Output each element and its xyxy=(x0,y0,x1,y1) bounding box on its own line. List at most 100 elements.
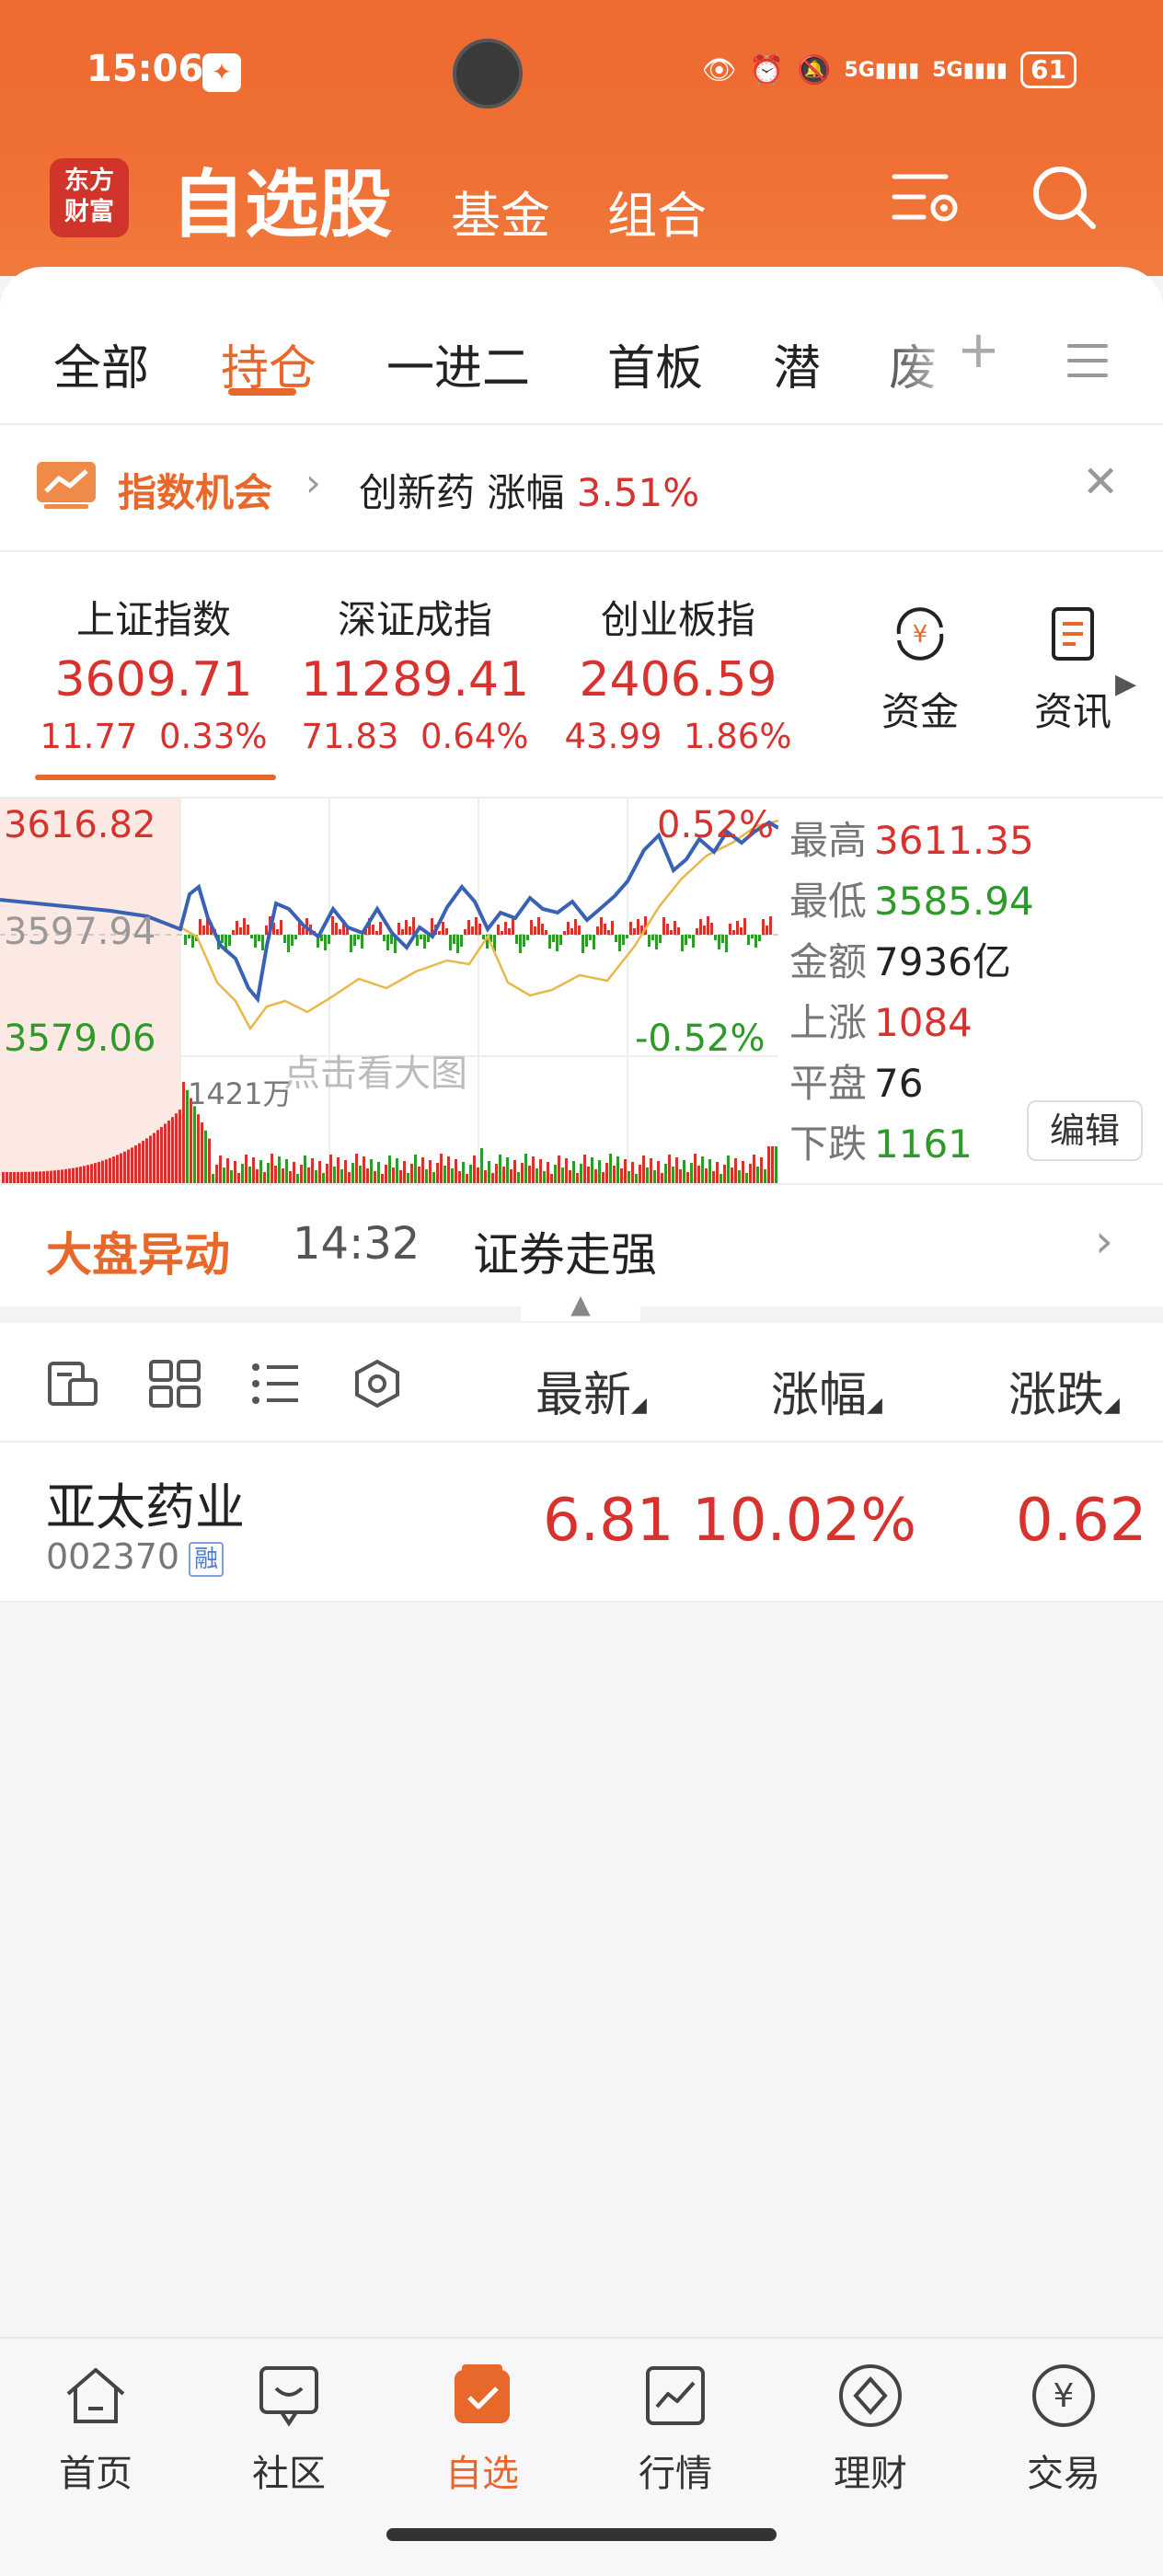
volume-bar xyxy=(631,1162,634,1183)
volume-bar xyxy=(377,1162,380,1183)
breadth-bar xyxy=(615,935,617,942)
page-title[interactable]: 自选股 xyxy=(171,145,392,252)
grid-view-icon[interactable] xyxy=(147,1358,202,1409)
volume-bar xyxy=(635,1174,638,1183)
column-latest[interactable]: 最新◢ xyxy=(535,1356,647,1425)
close-icon[interactable]: ✕ xyxy=(1082,456,1119,508)
nav-label: 首页 xyxy=(59,2453,132,2495)
breadth-bar xyxy=(449,935,452,950)
svg-text:¥: ¥ xyxy=(913,621,928,649)
volume-bar xyxy=(315,1170,317,1183)
volume-bar xyxy=(609,1154,612,1183)
volume-bar xyxy=(425,1169,428,1183)
volume-bar xyxy=(521,1163,524,1183)
tab-qian[interactable]: 潜 xyxy=(773,329,821,398)
search-icon[interactable] xyxy=(1029,164,1100,230)
volume-bar xyxy=(458,1171,461,1183)
volume-bar xyxy=(598,1160,601,1183)
chart-enlarge-hint: 点击看大图 xyxy=(283,1052,467,1095)
margin-badge: 融 xyxy=(189,1541,225,1577)
breadth-bar xyxy=(291,935,294,946)
volume-bar xyxy=(550,1174,553,1183)
intraday-chart[interactable]: 3616.82 3597.94 3579.06 0.52% -0.52% 142… xyxy=(0,799,778,1183)
volume-bar xyxy=(370,1159,373,1183)
stat-up: 上涨 1084 xyxy=(789,992,973,1048)
volume-bar xyxy=(226,1158,229,1183)
tab-yijiner[interactable]: 一进二 xyxy=(386,329,530,398)
volume-bar xyxy=(208,1138,211,1183)
add-group-icon[interactable]: + xyxy=(957,320,1000,380)
column-change-label: 涨跌 xyxy=(1008,1368,1105,1423)
volume-bar xyxy=(337,1157,340,1183)
settings-list-icon[interactable] xyxy=(891,164,962,230)
volume-bar xyxy=(661,1173,663,1183)
table-row[interactable]: 亚太药业 002370 融 6.81 10.02% 0.62 xyxy=(0,1443,1163,1601)
breadth-bar xyxy=(530,920,533,935)
volume-bar xyxy=(182,1082,185,1183)
signal-5g-icon: 5G▮▮▮▮ xyxy=(844,58,920,82)
volume-bar xyxy=(731,1167,733,1183)
breadth-bar xyxy=(710,923,713,935)
volume-bar xyxy=(653,1170,656,1183)
nav-trade[interactable]: ¥ 交易 xyxy=(981,2361,1146,2497)
breadth-bar xyxy=(478,924,481,935)
volume-bar xyxy=(201,1122,203,1183)
volume-bar xyxy=(466,1174,468,1183)
breadth-bar xyxy=(651,935,654,940)
news-button[interactable]: 资讯 xyxy=(1018,604,1128,737)
card-view-icon[interactable] xyxy=(46,1358,101,1409)
column-pct[interactable]: 涨幅◢ xyxy=(771,1356,882,1425)
volume-bar xyxy=(594,1169,597,1183)
app-logo[interactable]: 东方 财富 xyxy=(50,158,129,237)
volume-bar xyxy=(547,1162,549,1183)
breadth-bar xyxy=(600,917,603,935)
volume-bar xyxy=(167,1120,170,1183)
more-right-icon[interactable]: ▶ xyxy=(1115,668,1136,700)
breadth-bar xyxy=(552,935,555,942)
tab-shouban[interactable]: 首板 xyxy=(607,329,703,398)
filter-settings-icon[interactable] xyxy=(350,1358,405,1409)
battery-icon: 61 xyxy=(1020,52,1077,88)
breadth-bar xyxy=(618,935,621,951)
list-view-icon[interactable] xyxy=(248,1358,304,1409)
tab-all[interactable]: 全部 xyxy=(53,329,149,398)
volume-bar xyxy=(164,1123,167,1183)
nav-market[interactable]: 行情 xyxy=(593,2361,758,2497)
index-value: 3609.71 xyxy=(54,652,253,707)
breadth-bar xyxy=(261,935,264,950)
breadth-bar xyxy=(677,927,680,935)
nav-home[interactable]: 首页 xyxy=(13,2361,178,2497)
volume-bar xyxy=(156,1130,159,1183)
market-move-title: 大盘异动 xyxy=(46,1228,230,1282)
volume-bar xyxy=(491,1173,494,1183)
group-menu-icon[interactable] xyxy=(1067,344,1108,388)
index-change-pct: 0.33% xyxy=(158,717,268,756)
index-opportunity-banner[interactable]: 指数机会 › 创新药 涨幅 3.51% ✕ xyxy=(0,425,1163,550)
volume-bar xyxy=(679,1169,682,1183)
stat-low-value: 3585.94 xyxy=(874,879,1034,924)
stat-down-label: 下跌 xyxy=(789,1121,868,1167)
volume-bar xyxy=(90,1164,93,1183)
index-cyb[interactable]: 创业板指 2406.59 43.99 1.86% xyxy=(545,589,812,756)
column-change[interactable]: 涨跌◢ xyxy=(1008,1356,1120,1425)
breadth-bar xyxy=(758,935,761,941)
index-sh[interactable]: 上证指数 3609.71 11.77 0.33% xyxy=(20,589,287,756)
tab-fund[interactable]: 基金 xyxy=(451,175,550,247)
funds-button[interactable]: ¥ 资金 xyxy=(865,604,975,737)
volume-bar xyxy=(241,1164,244,1183)
home-indicator[interactable] xyxy=(386,2528,777,2541)
breadth-bar xyxy=(383,935,386,941)
index-sz[interactable]: 深证成指 11289.41 71.83 0.64% xyxy=(282,589,548,756)
tab-portfolio[interactable]: 组合 xyxy=(607,175,707,247)
breadth-bar xyxy=(250,935,253,938)
breadth-bar xyxy=(674,921,676,935)
nav-watchlist[interactable]: 自选 xyxy=(399,2361,565,2497)
collapse-up-icon[interactable]: ▲ xyxy=(521,1284,640,1321)
nav-community[interactable]: 社区 xyxy=(206,2361,372,2497)
nav-wealth[interactable]: 理财 xyxy=(788,2361,953,2497)
edit-button[interactable]: 编辑 xyxy=(1027,1100,1143,1161)
breadth-bar xyxy=(563,931,566,935)
breadth-bar xyxy=(386,935,389,950)
breadth-bar xyxy=(199,919,202,935)
stock-name: 亚太药业 xyxy=(46,1478,245,1536)
